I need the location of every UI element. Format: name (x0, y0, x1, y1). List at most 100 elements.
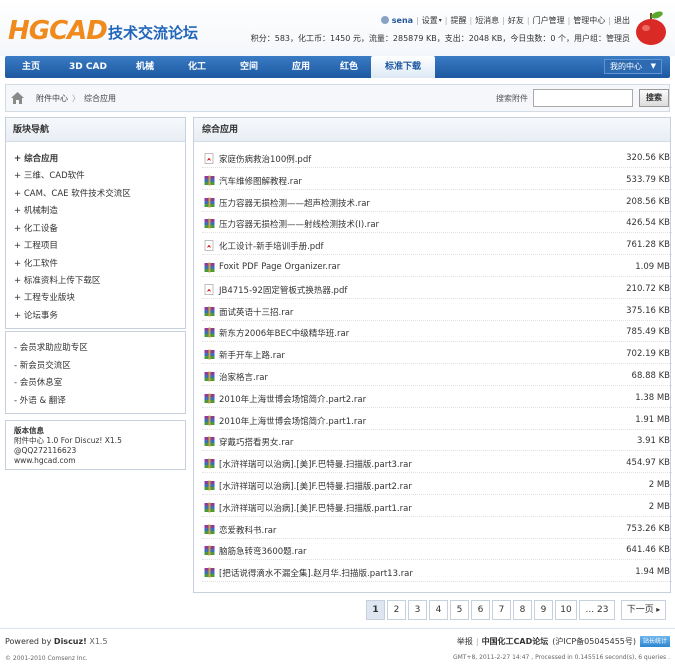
sidebar-member-translation[interactable]: - 外语 & 翻译 (14, 394, 66, 406)
nav-red[interactable]: 红色 (327, 56, 371, 78)
file-size: 2 MB (648, 501, 670, 512)
panel-title: 综合应用 (194, 118, 670, 142)
file-row[interactable]: 压力容器无损检测——射线检测技术(Ⅰ).rar 426.54 KB (202, 215, 672, 234)
file-name-link[interactable]: 面试英语十三招.rar (219, 306, 293, 318)
file-row[interactable]: JB4715-92固定管板式换热器.pdf 210.72 KB (202, 281, 672, 299)
page-button[interactable]: 3 (408, 600, 427, 620)
powered-by: Powered by Discuz! X1.5 (5, 637, 108, 646)
file-name-link[interactable]: 2010年上海世博会场馆简介.part1.rar (219, 415, 366, 427)
friends-link[interactable]: 好友 (508, 15, 524, 26)
home-icon[interactable] (11, 92, 24, 104)
page-button[interactable]: 10 (555, 600, 577, 620)
sidebar-member-help[interactable]: - 会员求助应助专区 (14, 341, 88, 353)
sidebar-item-standards[interactable]: + 标准资料上传下载区 (14, 274, 100, 286)
file-name-link[interactable]: 脑筋急转弯3600题.rar (219, 545, 307, 557)
my-center-dropdown[interactable]: 我的中心 ▼ (604, 59, 662, 74)
file-name-link[interactable]: [把话说得滴水不漏全集].赵月华.扫描版.part13.rar (219, 567, 413, 579)
file-name-link[interactable]: 恋爱教科书.rar (219, 524, 276, 536)
pm-link[interactable]: 短消息 (475, 15, 499, 26)
file-row[interactable]: Foxit PDF Page Organizer.rar 1.09 MB (202, 259, 672, 277)
page-button[interactable]: 8 (513, 600, 532, 620)
file-name-link[interactable]: 穿戴巧搭看男女.rar (219, 436, 293, 448)
sidebar-item-cam-cae[interactable]: + CAM、CAE 软件技术交流区 (14, 187, 131, 199)
file-row[interactable]: 治家格言.rar 68.88 KB (202, 368, 672, 386)
username-link[interactable]: sena (392, 16, 413, 25)
file-row[interactable]: 新手开车上路.rar 702.19 KB (202, 346, 672, 365)
file-name-link[interactable]: JB4715-92固定管板式换热器.pdf (219, 284, 347, 296)
portal-manage-link[interactable]: 门户管理 (533, 15, 565, 26)
file-row[interactable]: 2010年上海世博会场馆简介.part2.rar 1.38 MB (202, 390, 672, 408)
file-row[interactable]: [水浒祥瑞可以治病].[美]F.巴特曼.扫描版.part2.rar 2 MB (202, 477, 672, 495)
file-row[interactable]: [水浒祥瑞可以治病].[美]F.巴特曼.扫描版.part3.rar 454.97 … (202, 455, 672, 474)
file-name-link[interactable]: 2010年上海世博会场馆简介.part2.rar (219, 393, 366, 405)
nav-apps[interactable]: 应用 (275, 56, 327, 78)
page-button[interactable]: 6 (471, 600, 490, 620)
file-row[interactable]: 面试英语十三招.rar 375.16 KB (202, 303, 672, 321)
file-row[interactable]: 脑筋急转弯3600题.rar 641.46 KB (202, 542, 672, 561)
admin-center-link[interactable]: 管理中心 (573, 15, 605, 26)
stats-badge[interactable]: 站长统计 (640, 636, 670, 647)
file-row[interactable]: 2010年上海世博会场馆简介.part1.rar 1.91 MB (202, 412, 672, 430)
file-name-link[interactable]: [水浒祥瑞可以治病].[美]F.巴特曼.扫描版.part3.rar (219, 458, 412, 470)
sidebar-member-lounge[interactable]: - 会员休息室 (14, 376, 62, 388)
sidebar-item-general[interactable]: + 综合应用 (14, 152, 58, 164)
logout-link[interactable]: 退出 (614, 15, 630, 26)
next-page-button[interactable]: 下一页 ▸ (621, 600, 666, 620)
file-row[interactable]: 穿戴巧搭看男女.rar 3.91 KB (202, 433, 672, 452)
page-button[interactable]: 5 (450, 600, 469, 620)
report-link[interactable]: 举报 (457, 636, 473, 647)
search-button[interactable]: 搜索 (639, 89, 669, 107)
version-info-site[interactable]: www.hgcad.com (14, 456, 76, 465)
icp-link[interactable]: (沪ICP备05045455号) (552, 636, 636, 647)
sidebar-item-engineering[interactable]: + 工程专业版块 (14, 291, 75, 303)
file-name-link[interactable]: 治家格言.rar (219, 371, 268, 383)
settings-link[interactable]: 设置 (422, 15, 438, 26)
nav-chemical[interactable]: 化工 (171, 56, 223, 78)
page-button[interactable]: 9 (534, 600, 553, 620)
file-name-link[interactable]: 压力容器无损检测——射线检测技术(Ⅰ).rar (219, 218, 379, 230)
file-row[interactable]: 压力容器无损检测——超声检测技术.rar 208.56 KB (202, 194, 672, 212)
file-name-link[interactable]: 压力容器无损检测——超声检测技术.rar (219, 197, 370, 209)
file-size: 375.16 KB (626, 305, 670, 316)
sidebar-item-chem-software[interactable]: + 化工软件 (14, 257, 58, 269)
file-name-link[interactable]: 新东方2006年BEC中级精华班.rar (219, 327, 349, 339)
file-size: 1.94 MB (635, 567, 670, 578)
file-row[interactable]: 化工设计-新手培训手册.pdf 761.28 KB (202, 237, 672, 256)
sidebar-item-manufacturing[interactable]: + 机械制造 (14, 204, 58, 216)
file-row[interactable]: [把话说得滴水不漏全集].赵月华.扫描版.part13.rar 1.94 MB (202, 564, 672, 583)
page-button[interactable]: 2 (387, 600, 406, 620)
file-name-link[interactable]: 汽车维修图解教程.rar (219, 175, 302, 187)
file-name-link[interactable]: 化工设计-新手培训手册.pdf (219, 240, 324, 252)
nav-standard-download[interactable]: 标准下载 (371, 56, 435, 78)
page-button[interactable]: 7 (492, 600, 511, 620)
sidebar-item-3d-cad[interactable]: + 三维、CAD软件 (14, 169, 85, 181)
file-row[interactable]: 新东方2006年BEC中级精华班.rar 785.49 KB (202, 324, 672, 343)
sidebar-item-chem-equipment[interactable]: + 化工设备 (14, 222, 58, 234)
file-row[interactable]: [水浒祥瑞可以治病].[美]F.巴特曼.扫描版.part1.rar 2 MB (202, 499, 672, 517)
sidebar-member-newbie[interactable]: - 新会员交流区 (14, 359, 71, 371)
nav-mechanical[interactable]: 机械 (119, 56, 171, 78)
nav-space[interactable]: 空间 (223, 56, 275, 78)
page-button[interactable]: 4 (429, 600, 448, 620)
site-logo[interactable]: HGCAD 技术交流论坛 (8, 16, 213, 50)
search-input[interactable] (533, 89, 633, 107)
file-name-link[interactable]: 新手开车上路.rar (219, 349, 285, 361)
breadcrumb-attachments[interactable]: 附件中心 (36, 94, 68, 103)
file-name-link[interactable]: [水浒祥瑞可以治病].[美]F.巴特曼.扫描版.part2.rar (219, 480, 412, 492)
file-name-link[interactable]: Foxit PDF Page Organizer.rar (219, 262, 340, 272)
nav-home[interactable]: 主页 (5, 56, 57, 78)
file-row[interactable]: 恋爱教科书.rar 753.26 KB (202, 521, 672, 539)
file-name-link[interactable]: 家庭伤病救治100例.pdf (219, 153, 311, 165)
nav-3dcad[interactable]: 3D CAD (57, 56, 119, 78)
file-row[interactable]: 汽车维修图解教程.rar 533.79 KB (202, 172, 672, 190)
file-name-link[interactable]: [水浒祥瑞可以治病].[美]F.巴特曼.扫描版.part1.rar (219, 502, 412, 514)
notify-link[interactable]: 提醒 (450, 15, 466, 26)
sidebar-item-projects[interactable]: + 工程项目 (14, 239, 58, 251)
site-name-link[interactable]: 中国化工CAD论坛 (482, 636, 549, 647)
sidebar-item-forum-affairs[interactable]: + 论坛事务 (14, 309, 58, 321)
page-button[interactable]: 1 (366, 600, 385, 620)
powered-brand[interactable]: Discuz! (54, 637, 87, 646)
user-bar: sena | 设置 ▾ | 提醒 | 短消息 | 好友 | 门户管理 | 管理中心… (380, 14, 630, 26)
page-button[interactable]: ... 23 (579, 600, 615, 620)
file-row[interactable]: 家庭伤病救治100例.pdf 320.56 KB (202, 150, 672, 168)
